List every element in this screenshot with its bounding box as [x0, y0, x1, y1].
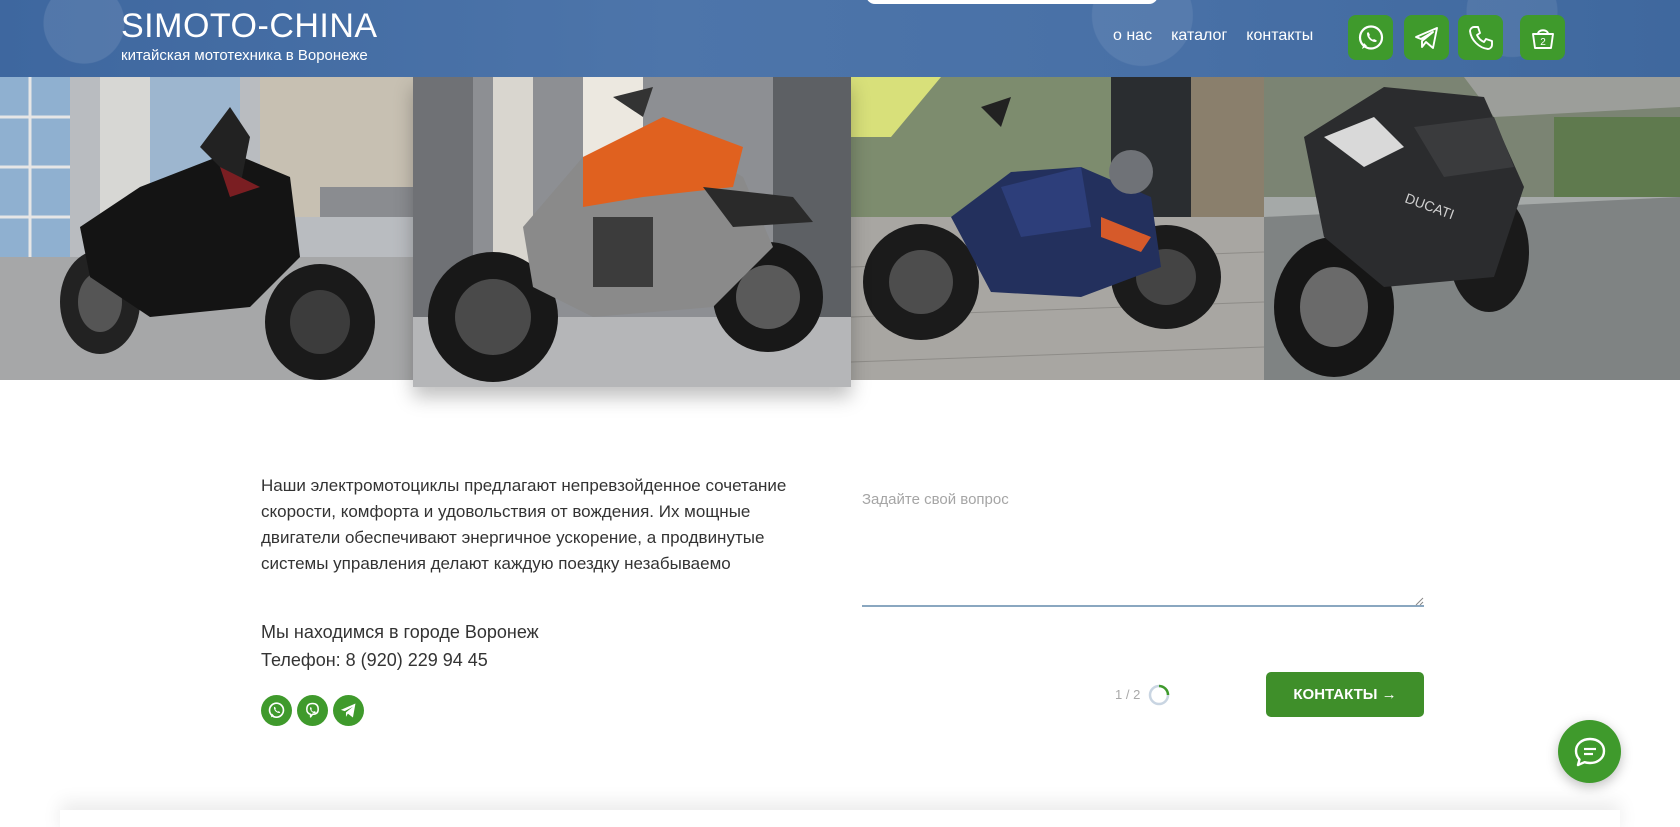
telegram-icon	[340, 703, 356, 718]
whatsapp-icon	[268, 702, 285, 718]
phone-icon	[1468, 25, 1493, 50]
brand-logo[interactable]: SIMOTO-CHINA китайская мототехника в Вор…	[121, 8, 378, 65]
chat-widget-button[interactable]	[1558, 720, 1621, 783]
location-text: Мы находимся в городе Воронеж	[261, 622, 539, 642]
header-telegram-button[interactable]	[1404, 15, 1449, 60]
resize-grip-icon[interactable]	[1414, 596, 1424, 606]
header-whatsapp-button[interactable]	[1348, 15, 1393, 60]
social-links	[261, 695, 364, 726]
gallery-photo-blue-motorcycle[interactable]	[851, 77, 1264, 380]
nav-about[interactable]: о нас	[1113, 27, 1152, 45]
gallery-photo-orange-motorcycle[interactable]	[413, 77, 851, 387]
next-section-edge	[60, 810, 1620, 827]
main-nav: о нас каталог контакты	[1113, 27, 1313, 45]
motorcycle-gallery: DUCATI	[0, 77, 1680, 387]
brand-subtitle: китайская мототехника в Воронеже	[121, 47, 368, 64]
dark-sport-motorcycle-image: DUCATI	[1264, 77, 1680, 380]
social-telegram-button[interactable]	[333, 695, 364, 726]
social-viber-button[interactable]	[297, 695, 328, 726]
viber-icon	[306, 702, 319, 718]
nav-contacts[interactable]: контакты	[1246, 27, 1313, 45]
contacts-button[interactable]: КОНТАКТЫ →	[1266, 672, 1424, 717]
top-search-pill[interactable]	[866, 0, 1158, 4]
cart-count: 2	[1540, 37, 1546, 48]
gallery-photo-dark-sport-motorcycle[interactable]: DUCATI	[1264, 77, 1680, 380]
social-whatsapp-button[interactable]	[261, 695, 292, 726]
whatsapp-icon	[1358, 24, 1383, 50]
cart-icon: 2	[1531, 28, 1554, 49]
phone-text: Телефон: 8 (920) 229 94 45	[261, 650, 488, 670]
location-block: Мы находимся в городе Воронеж Телефон: 8…	[261, 618, 539, 674]
telegram-icon	[1414, 26, 1438, 49]
brand-title: SIMOTO-CHINA	[121, 7, 378, 45]
nav-catalog[interactable]: каталог	[1171, 27, 1227, 45]
chat-bubble-icon	[1574, 737, 1605, 766]
black-motorcycle-image	[0, 77, 413, 380]
orange-motorcycle-image	[413, 77, 851, 387]
question-textarea[interactable]	[862, 480, 1424, 607]
step-counter: 1 / 2	[1115, 687, 1141, 702]
about-description: Наши электромотоциклы предлагают непревз…	[261, 476, 787, 573]
header-cart-button[interactable]: 2	[1520, 15, 1565, 60]
header-phone-button[interactable]	[1458, 15, 1503, 60]
progress-ring-icon	[1148, 684, 1170, 706]
gallery-photo-black-motorcycle[interactable]	[0, 77, 413, 380]
blue-motorcycle-image	[851, 77, 1264, 380]
